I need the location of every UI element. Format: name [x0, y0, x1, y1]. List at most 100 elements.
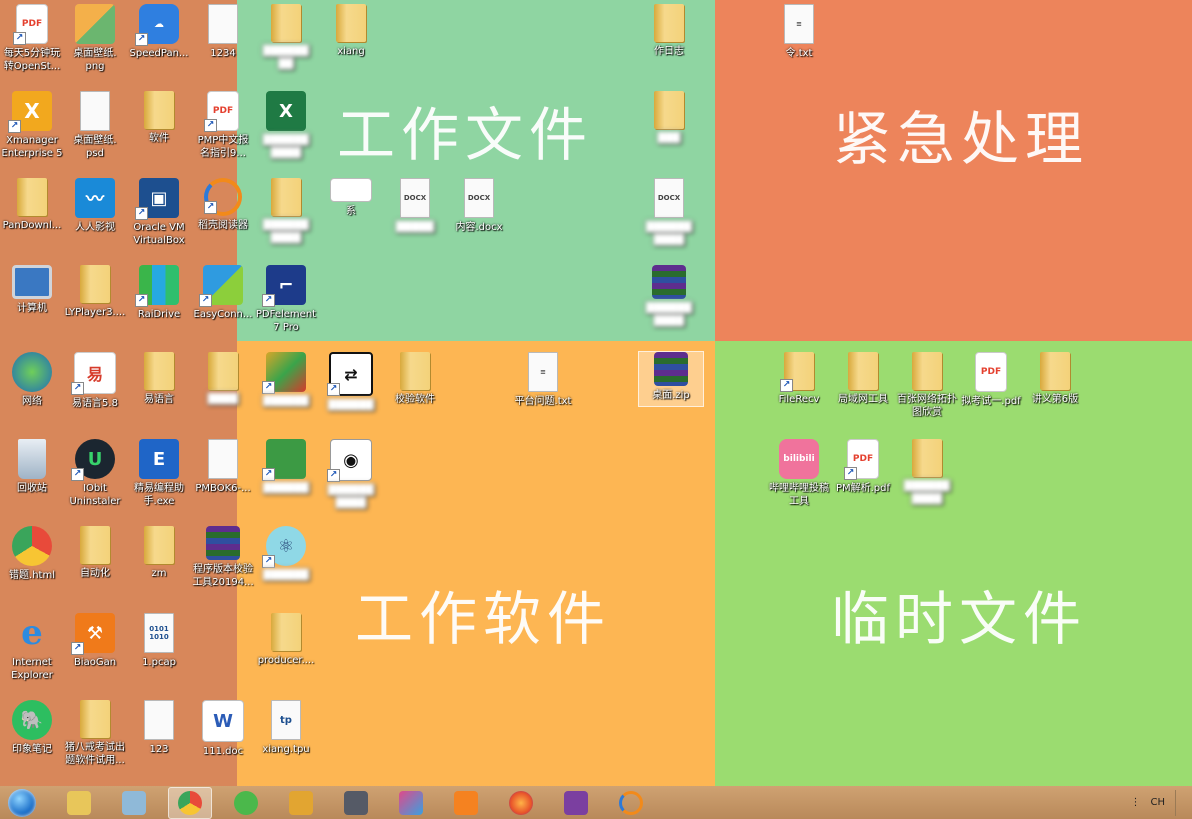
taskbar-pin[interactable]	[113, 788, 155, 818]
desktop-icon[interactable]: 1234	[191, 4, 255, 60]
desktop-icon[interactable]: 讲义第6版	[1023, 352, 1087, 406]
desktop-icon[interactable]: ██████ ████	[637, 265, 701, 328]
desktop-icon[interactable]: DOCX █████	[383, 178, 447, 234]
desktop-icon[interactable]: 网络	[0, 352, 64, 408]
desktop-icon[interactable]: ▣ Oracle VMVirtualBox	[127, 178, 191, 247]
desktop-icon[interactable]: EasyConn...	[191, 265, 255, 321]
desktop-icon[interactable]: bilibili 哔哩哔哩投稿 工具	[767, 439, 831, 508]
desktop-icon[interactable]: 校验软件	[383, 352, 447, 406]
taskbar-onenote[interactable]	[555, 788, 597, 818]
desktop-icon[interactable]: PDF 拟考试一.pdf	[959, 352, 1023, 408]
taskbar-search-tool[interactable]	[280, 788, 322, 818]
desktop-icon[interactable]: ⚒ BiaoGan	[63, 613, 127, 669]
desktop-icon[interactable]: 回收站	[0, 439, 64, 495]
desktop-icon[interactable]: PDF 每天5分钟玩转OpenSt...	[0, 4, 64, 73]
show-desktop-button[interactable]	[1175, 789, 1184, 816]
desktop-icon[interactable]: 作日志	[637, 4, 701, 58]
desktop-icon[interactable]: e Internet Explorer	[0, 613, 64, 682]
desktop-icon[interactable]: 百张网络拓扑 图欣赏	[895, 352, 959, 419]
desktop-icon[interactable]: X ██████ ████	[254, 91, 318, 160]
desktop-icon[interactable]: 🐘 印象笔记	[0, 700, 64, 756]
desktop-icon[interactable]: ⌐ PDFelement7 Pro	[254, 265, 318, 334]
desktop-icon[interactable]: PDF PM解析.pdf	[831, 439, 895, 495]
desktop-icon[interactable]: 易 易语言5.8	[63, 352, 127, 410]
desktop-icon[interactable]: ⇄ ██████	[319, 352, 383, 412]
desktop-icon[interactable]: 计算机	[0, 265, 64, 315]
desktop-icon[interactable]: LYPlayer3....	[63, 265, 127, 319]
desktop-icon[interactable]: 0101 1010 1.pcap	[127, 613, 191, 669]
chrome-icon	[178, 790, 202, 815]
desktop-icon[interactable]: 局域网工具	[831, 352, 895, 406]
start-button[interactable]	[8, 788, 36, 817]
desktop-icon[interactable]: DOCX 内容.docx	[447, 178, 511, 234]
desktop-icon[interactable]: tp xiang.tpu	[254, 700, 318, 756]
desktop-icon[interactable]: ≡ 平台问题.txt	[511, 352, 575, 408]
folder-icon	[780, 352, 814, 392]
folder-icon	[144, 352, 174, 390]
desktop-icon[interactable]: U IObitUninstaler	[63, 439, 127, 508]
image-icon	[75, 4, 115, 44]
desktop-icon[interactable]: 123	[127, 700, 191, 756]
text-file-icon: ≡	[784, 4, 814, 44]
desktop-icon[interactable]: E 精易编程助 手.exe	[127, 439, 191, 508]
desktop-icon[interactable]: ☁ SpeedPan...	[127, 4, 191, 60]
taskbar-reader[interactable]	[610, 788, 652, 818]
taskbar-sync[interactable]	[225, 788, 267, 818]
desktop-icon[interactable]: W 111.doc	[191, 700, 255, 758]
language-indicator[interactable]: CH	[1150, 797, 1165, 808]
desktop-icon[interactable]: 桌面壁纸. psd	[63, 91, 127, 160]
desktop-icon[interactable]: zm	[127, 526, 191, 580]
desktop-icon[interactable]: ⚛ ██████	[254, 526, 318, 582]
folder-icon	[80, 265, 110, 303]
virtualbox-icon: ▣	[135, 178, 179, 220]
desktop-icon[interactable]: ≡ 令.txt	[767, 4, 831, 60]
blank-file-icon	[208, 4, 238, 44]
desktop-icon[interactable]: ██████	[254, 439, 318, 495]
desktop-icon[interactable]: DOCX ██████ ████	[637, 178, 701, 247]
desktop-icon[interactable]: ████	[191, 352, 255, 406]
desktop-icon[interactable]: 〰 人人影视	[63, 178, 127, 234]
desktop-icon[interactable]: xiang	[319, 4, 383, 58]
calendar-icon	[454, 790, 478, 815]
desktop-icon[interactable]: ███	[637, 91, 701, 145]
desktop-icon[interactable]: ██████ ████	[254, 178, 318, 245]
desktop-icon[interactable]: 错题.html	[0, 526, 64, 582]
desktop-icon[interactable]: PDF PMP中文报名指引9...	[191, 91, 255, 160]
desktop-icon-selected[interactable]: 桌面.zip	[638, 351, 704, 407]
desktop-icon[interactable]: RaiDrive	[127, 265, 191, 321]
taskbar-calendar[interactable]	[445, 788, 487, 818]
desktop-icon[interactable]: producer....	[254, 613, 318, 667]
desktop-icon[interactable]: PMBOK6-...	[191, 439, 255, 495]
desktop-icon[interactable]: PanDownl...	[0, 178, 64, 232]
taskbar-xmind[interactable]	[390, 788, 432, 818]
desktop-icon[interactable]: X XmanagerEnterprise 5	[0, 91, 64, 160]
docx-icon: DOCX	[464, 178, 494, 218]
taskbar-firefox[interactable]	[500, 788, 542, 818]
pdf-icon: PDF	[975, 352, 1007, 392]
network-icon	[12, 352, 52, 392]
desktop-icon[interactable]: ██████ ████	[895, 439, 959, 506]
folder-icon	[912, 352, 942, 390]
taskbar-chrome[interactable]	[168, 786, 212, 819]
desktop-icon[interactable]: 系	[319, 178, 383, 218]
network-tool-icon	[262, 352, 306, 394]
tray-handle-icon[interactable]: ⋮	[1130, 797, 1140, 808]
winrar-icon	[652, 265, 686, 299]
desktop-icon[interactable]: ██████ ██	[254, 4, 318, 71]
raidrive-icon	[135, 265, 179, 307]
ie-icon: e	[21, 613, 43, 653]
desktop-icon[interactable]: 猪八戒考试出 题软件试用...	[63, 700, 127, 767]
taskbar-explorer[interactable]	[58, 788, 100, 818]
desktop-icon[interactable]: ◉ ██████████	[319, 439, 383, 510]
desktop-icon[interactable]: 稻壳阅读器	[191, 178, 255, 232]
desktop-icon[interactable]: 软件	[127, 91, 191, 145]
desktop-icon[interactable]: 桌面壁纸. png	[63, 4, 127, 73]
desktop-icon[interactable]: 程序版本校验 工具20194...	[191, 526, 255, 589]
folder-icon	[80, 526, 110, 564]
folder-icon	[400, 352, 430, 390]
desktop-icon[interactable]: 易语言	[127, 352, 191, 406]
desktop-icon[interactable]: 自动化	[63, 526, 127, 580]
desktop-icon[interactable]: FileRecv	[767, 352, 831, 406]
taskbar-window[interactable]	[335, 788, 377, 818]
desktop-icon[interactable]: ██████	[254, 352, 318, 408]
